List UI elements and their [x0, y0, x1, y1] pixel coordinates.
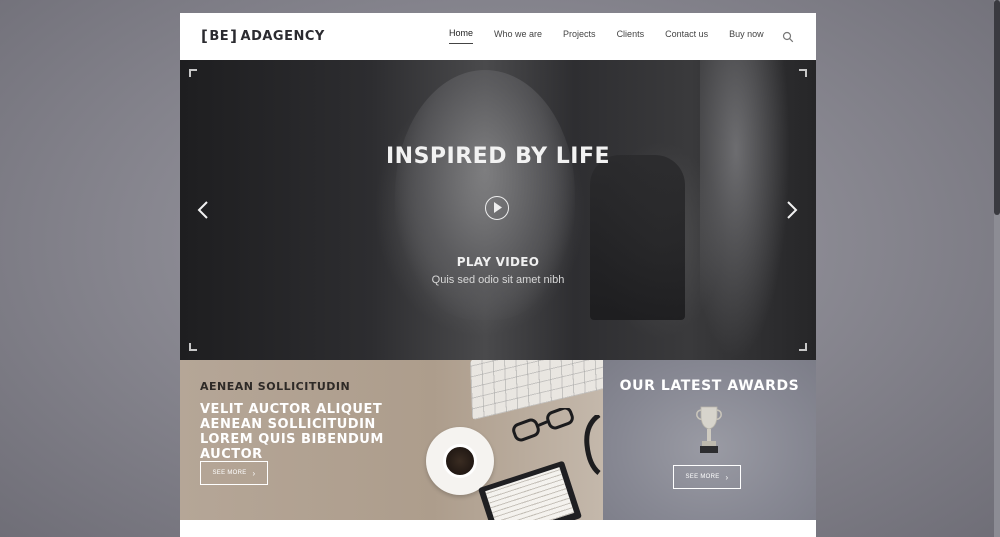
logo-bracket-close: ] — [230, 27, 238, 45]
hero-hand-image — [700, 60, 790, 360]
page-container: [ BE ] ADAGENCY Home Who we are Projects… — [180, 13, 816, 537]
chevron-right-icon[interactable] — [785, 200, 799, 220]
play-video-button[interactable] — [485, 196, 509, 220]
site-logo[interactable]: [ BE ] ADAGENCY — [201, 27, 325, 45]
nav-buy-now[interactable]: Buy now — [729, 29, 764, 44]
frame-corner-bottom-right — [799, 343, 807, 351]
search-icon[interactable] — [782, 31, 794, 43]
frame-corner-top-right — [799, 69, 807, 77]
chevron-right-icon: › — [725, 472, 729, 482]
main-nav: Home Who we are Projects Clients Contact… — [449, 28, 785, 44]
nav-clients[interactable]: Clients — [617, 29, 645, 44]
frame-corner-bottom-left — [189, 343, 197, 351]
coffee-cup-image — [443, 444, 477, 478]
chevron-left-icon[interactable] — [196, 200, 210, 220]
scrollbar-thumb[interactable] — [994, 0, 1000, 215]
logo-bracket-open: [ — [201, 27, 209, 45]
feature-panel: AENEAN SOLLICITUDIN VELIT AUCTOR ALIQUET… — [180, 360, 603, 520]
nav-contact-us[interactable]: Contact us — [665, 29, 708, 44]
feature-headline: VELIT AUCTOR ALIQUET AENEAN SOLLICITUDIN… — [200, 402, 384, 462]
nav-home[interactable]: Home — [449, 28, 474, 44]
window-scrollbar[interactable] — [994, 0, 1000, 537]
trophy-icon — [696, 406, 722, 453]
hero-subtitle: Quis sed odio sit amet nibh — [431, 274, 565, 286]
headphones-icon — [584, 415, 601, 475]
awards-title: OUR LATEST AWARDS — [619, 378, 800, 394]
hero-slider: INSPIRED BY LIFE PLAY VIDEO Quis sed odi… — [180, 60, 816, 360]
feature-kicker: AENEAN SOLLICITUDIN — [200, 380, 351, 393]
chevron-right-icon: › — [252, 468, 256, 478]
awards-see-more-label: SEE MORE — [685, 474, 720, 480]
nav-projects[interactable]: Projects — [563, 29, 596, 44]
notebook-paper — [485, 467, 575, 520]
logo-be: BE — [209, 28, 230, 44]
hero-lantern-image — [590, 155, 685, 320]
awards-see-more-button[interactable]: SEE MORE › — [673, 465, 741, 489]
notebook-image — [477, 460, 583, 520]
feature-see-more-button[interactable]: SEE MORE › — [200, 461, 268, 485]
awards-panel: OUR LATEST AWARDS SEE MORE › — [603, 360, 816, 520]
logo-name: ADAGENCY — [240, 28, 325, 44]
nav-who-we-are[interactable]: Who we are — [494, 29, 542, 44]
glasses-icon — [512, 408, 574, 442]
hero-title: INSPIRED BY LIFE — [385, 144, 611, 169]
play-icon — [494, 202, 502, 213]
site-header: [ BE ] ADAGENCY Home Who we are Projects… — [180, 13, 816, 60]
play-video-label[interactable]: PLAY VIDEO — [180, 255, 816, 269]
frame-corner-top-left — [189, 69, 197, 77]
feature-see-more-label: SEE MORE — [212, 470, 247, 476]
